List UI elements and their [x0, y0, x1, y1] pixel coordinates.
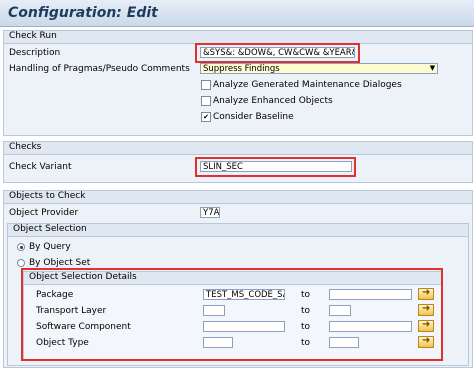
check-variant-label: Check Variant [9, 162, 72, 172]
object-selection-panel: Object Selection By Query By Object Set … [7, 223, 469, 366]
chevron-down-icon[interactable]: ▼ [428, 64, 437, 73]
pragmas-dropdown[interactable]: Suppress Findings ▼ [200, 63, 438, 74]
description-highlight [195, 43, 360, 63]
description-label: Description [9, 48, 61, 58]
pragmas-value: Suppress Findings [203, 64, 280, 74]
enhanced-objects-label: Analyze Enhanced Objects [213, 96, 333, 106]
checks-header: Checks [4, 142, 472, 155]
by-query-label: By Query [29, 242, 71, 252]
pragmas-label: Handling of Pragmas/Pseudo Comments [9, 64, 190, 74]
title-bar: Configuration: Edit [0, 0, 474, 27]
generated-dialogs-checkbox[interactable] [201, 80, 211, 90]
enhanced-objects-checkbox[interactable] [201, 96, 211, 106]
objects-header: Objects to Check [4, 191, 472, 204]
page-title: Configuration: Edit [8, 5, 158, 21]
check-variant-highlight [195, 157, 356, 177]
consider-baseline-checkbox[interactable]: ✔ [201, 112, 211, 122]
check-run-panel: Check Run Description &SYS&: &DOW&, CW&C… [3, 30, 473, 136]
generated-dialogs-label: Analyze Generated Maintenance Dialoges [213, 80, 402, 90]
by-object-set-label: By Object Set [29, 258, 91, 268]
checkmark-icon: ✔ [203, 113, 209, 121]
objects-panel: Objects to Check Object Provider Y7A Obj… [3, 190, 473, 368]
object-selection-header: Object Selection [8, 224, 468, 237]
consider-baseline-label: Consider Baseline [213, 112, 294, 122]
object-provider-field[interactable]: Y7A [200, 207, 220, 218]
by-object-set-radio[interactable] [17, 259, 25, 267]
by-query-radio[interactable] [17, 243, 25, 251]
selection-details-highlight [21, 268, 443, 361]
checks-panel: Checks Check Variant SLIN_SEC [3, 141, 473, 183]
object-provider-label: Object Provider [9, 208, 79, 218]
